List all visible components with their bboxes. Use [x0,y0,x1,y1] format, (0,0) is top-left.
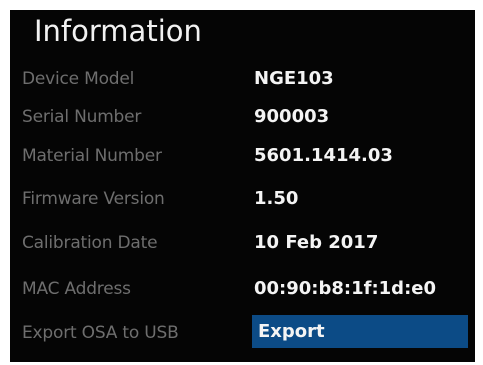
export-label: Export OSA to USB [22,323,179,343]
serial-number-row: Serial Number 900003 [10,97,475,137]
serial-number-label: Serial Number [22,107,142,127]
page-title: Information [34,14,202,48]
mac-address-value: 00:90:b8:1f:1d:e0 [254,278,436,299]
material-number-value: 5601.1414.03 [254,145,393,166]
mac-address-row: MAC Address 00:90:b8:1f:1d:e0 [10,269,475,309]
calibration-date-row: Calibration Date 10 Feb 2017 [10,223,475,263]
mac-address-label: MAC Address [22,279,131,299]
device-model-row: Device Model NGE103 [10,59,475,99]
export-button[interactable]: Export [252,315,468,348]
firmware-version-label: Firmware Version [22,189,165,209]
calibration-date-value: 10 Feb 2017 [254,232,379,253]
information-screen: Information Device Model NGE103 Serial N… [10,10,475,362]
firmware-version-value: 1.50 [254,188,299,209]
firmware-version-row: Firmware Version 1.50 [10,179,475,219]
device-model-label: Device Model [22,69,135,89]
device-model-value: NGE103 [254,68,334,89]
calibration-date-label: Calibration Date [22,233,158,253]
export-row: Export OSA to USB Export [10,313,475,353]
serial-number-value: 900003 [254,106,330,127]
material-number-label: Material Number [22,146,162,166]
material-number-row: Material Number 5601.1414.03 [10,136,475,176]
